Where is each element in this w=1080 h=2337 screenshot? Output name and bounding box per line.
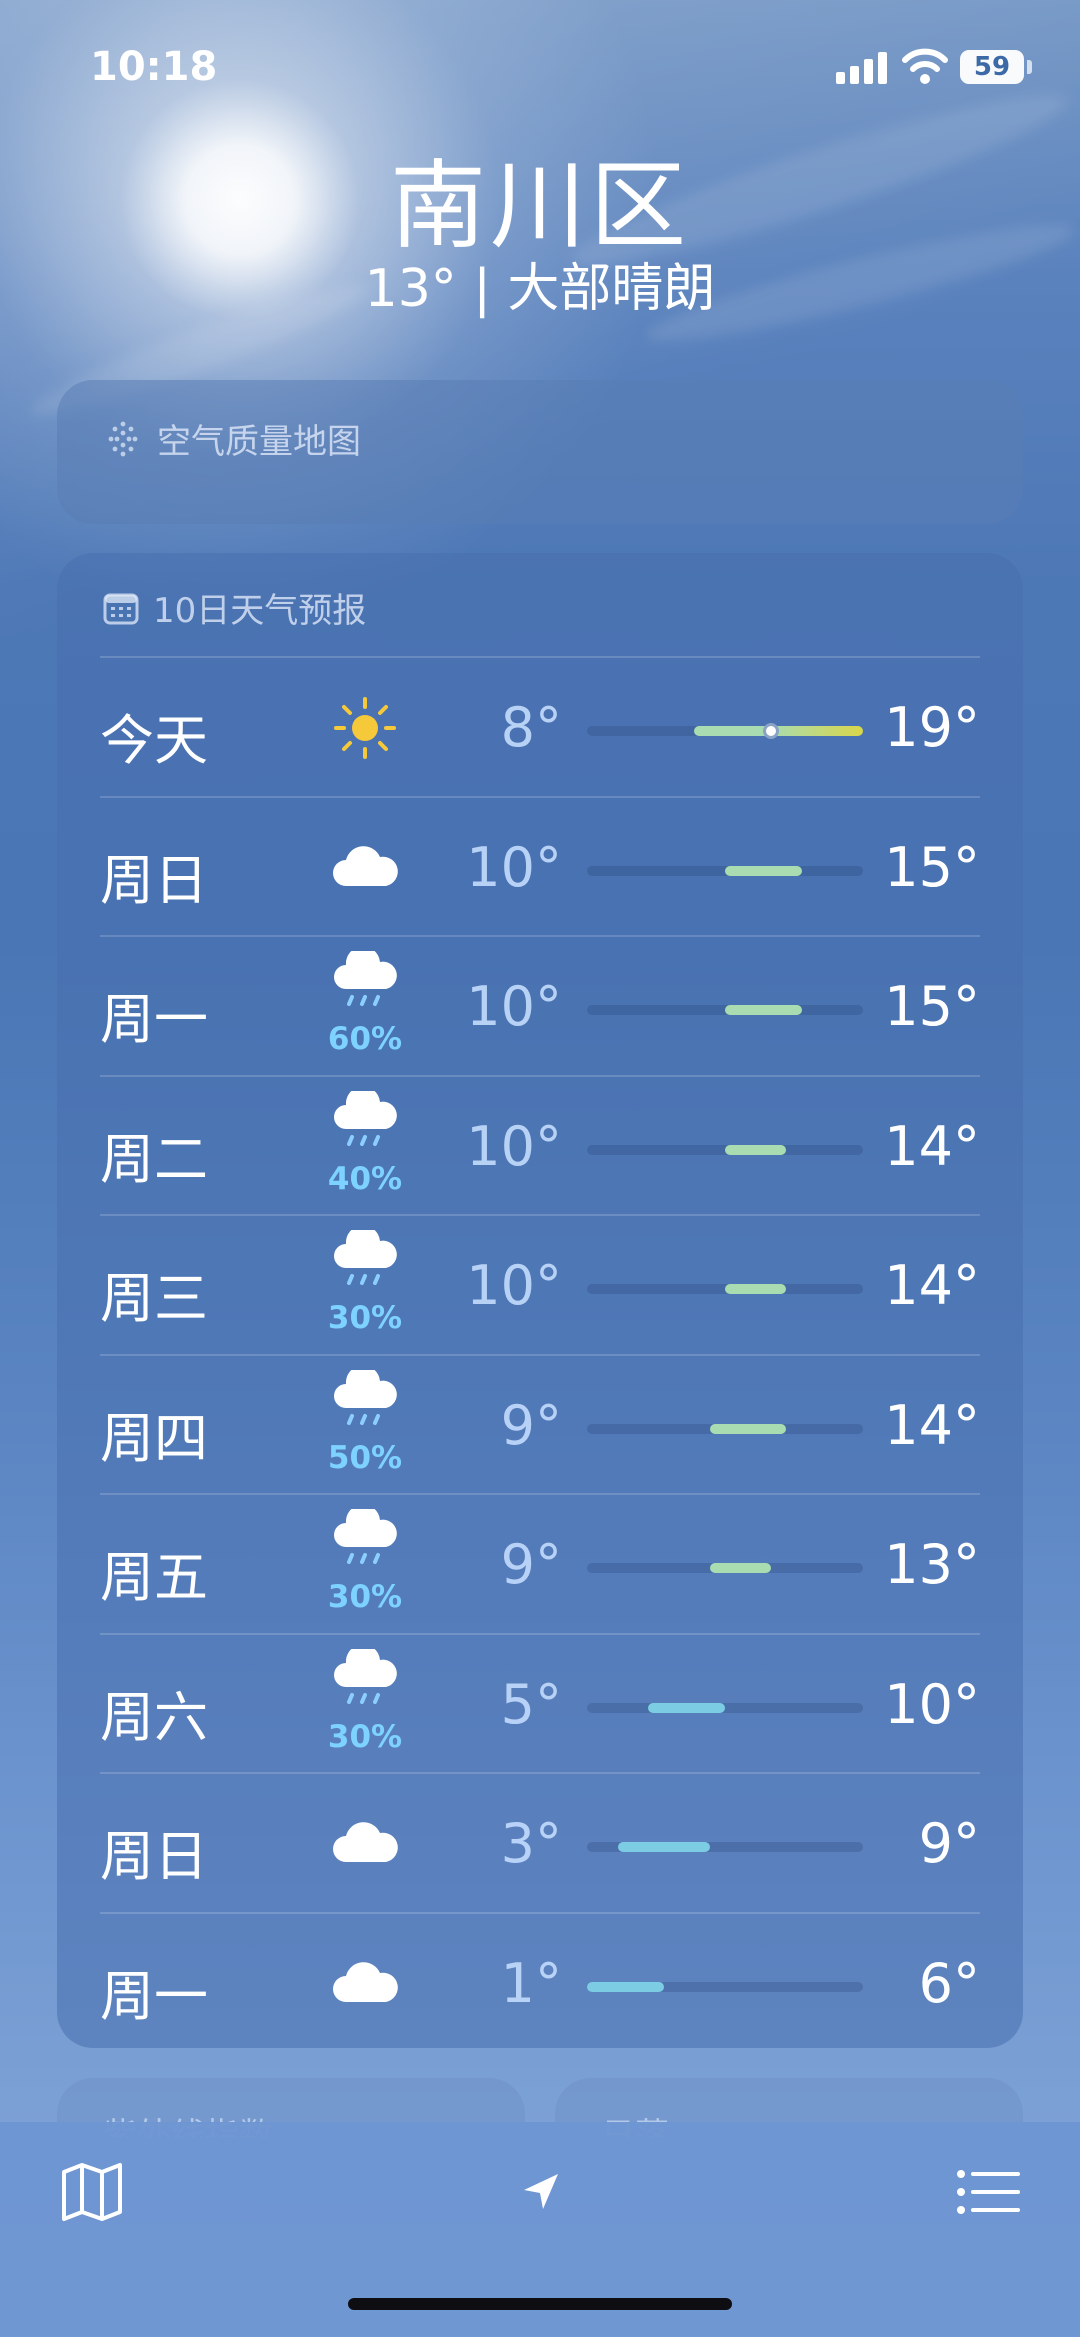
- current-summary: 13° | 大部晴朗: [364, 259, 716, 319]
- forecast-row[interactable]: 周一 1° 6°: [100, 1911, 980, 2053]
- high-temp: 14°: [884, 1393, 980, 1457]
- cloud-rain-icon: 30%: [305, 1216, 425, 1355]
- temp-range-track: [587, 1842, 863, 1852]
- temp-range-track: [587, 1284, 863, 1294]
- forecast-day: 周四: [100, 1406, 208, 1470]
- air-quality-dots-icon: [108, 421, 138, 456]
- high-temp: 10°: [884, 1672, 980, 1736]
- temp-range-bar: [725, 1284, 787, 1294]
- forecast-day: 周六: [100, 1685, 208, 1749]
- temp-range-track: [587, 723, 863, 739]
- low-temp: 5°: [500, 1672, 562, 1736]
- temp-range-bar: [617, 1842, 710, 1852]
- low-temp: 10°: [466, 1114, 562, 1178]
- temp-range-bar: [587, 1981, 664, 1992]
- high-temp: 14°: [884, 1254, 980, 1317]
- low-temp: 10°: [466, 835, 562, 899]
- forecast-day: 今天: [100, 709, 208, 772]
- high-temp: 6°: [918, 1951, 980, 2015]
- wifi-icon: [902, 48, 948, 84]
- cloud-rain-icon: 30%: [305, 1635, 425, 1774]
- low-temp: 10°: [466, 1254, 562, 1317]
- temp-range-track: [587, 865, 863, 876]
- forecast-day: 周二: [100, 1127, 208, 1191]
- temp-range-track: [587, 1981, 863, 1992]
- temp-range-bar: [725, 865, 802, 876]
- cloud-rain-icon: 30%: [305, 1495, 425, 1634]
- forecast-row[interactable]: 周五 30% 9° 13°: [100, 1493, 980, 1633]
- map-icon[interactable]: [52, 2152, 132, 2232]
- air-quality-header: 空气质量地图: [103, 414, 361, 463]
- status-time: 10:18: [90, 44, 218, 90]
- high-temp: 14°: [884, 1114, 980, 1178]
- air-quality-card[interactable]: 空气质量地图: [57, 380, 1023, 524]
- air-quality-title: 空气质量地图: [157, 422, 361, 462]
- temp-range-bar: [725, 1144, 787, 1155]
- forecast-row[interactable]: 周二 40% 10° 14°: [100, 1074, 980, 1216]
- status-bar: 10:18 59: [0, 0, 1080, 130]
- temp-range-bar: [725, 1005, 802, 1015]
- ten-day-forecast-card[interactable]: 10日天气预报 今天 8° 19° 周日 10° 15° 周一 60% 10° 15° 周二 40% 1…: [57, 553, 1023, 2048]
- precipitation-chance: 40%: [327, 1160, 403, 1197]
- calendar-icon: [103, 593, 139, 624]
- low-temp: 8°: [500, 696, 562, 759]
- forecast-row[interactable]: 周一 60% 10° 15°: [100, 935, 980, 1075]
- forecast-row[interactable]: 周日 10° 15°: [100, 795, 980, 937]
- temp-range-bar: [648, 1702, 725, 1713]
- battery-icon: 59: [960, 50, 1024, 84]
- forecast-day: 周五: [100, 1546, 208, 1609]
- current-temp-marker: [763, 723, 779, 739]
- temp-range-track: [587, 1144, 863, 1155]
- forecast-row[interactable]: 周三 30% 10° 14°: [100, 1214, 980, 1354]
- cloud-icon: [305, 1774, 425, 1913]
- low-temp: 9°: [500, 1533, 562, 1596]
- forecast-row[interactable]: 周六 30% 5° 10°: [100, 1632, 980, 1774]
- temp-range-track: [587, 1702, 863, 1713]
- location-arrow-icon[interactable]: [500, 2152, 580, 2232]
- forecast-day: 周一: [100, 1964, 208, 2028]
- forecast-day: 周日: [100, 848, 208, 912]
- low-temp: 1°: [500, 1951, 562, 2015]
- temp-range-track: [587, 1005, 863, 1015]
- battery-level: 59: [973, 52, 1011, 82]
- precipitation-chance: 30%: [327, 1718, 403, 1755]
- forecast-row[interactable]: 周日 3° 9°: [100, 1772, 980, 1912]
- cloud-rain-icon: 50%: [305, 1356, 425, 1495]
- high-temp: 13°: [884, 1533, 980, 1596]
- battery-cap: [1027, 60, 1032, 74]
- forecast-day: 周三: [100, 1267, 208, 1330]
- high-temp: 15°: [884, 835, 980, 899]
- temp-range-bar: [709, 1563, 771, 1573]
- cloud-icon: [305, 1914, 425, 2053]
- precipitation-chance: 60%: [327, 1021, 403, 1057]
- forecast-row[interactable]: 周四 50% 9° 14°: [100, 1353, 980, 1495]
- cellular-signal-icon: [836, 52, 888, 84]
- temp-range-track: [587, 1563, 863, 1573]
- forecast-row[interactable]: 今天 8° 19°: [100, 656, 980, 796]
- precipitation-chance: 30%: [327, 1579, 403, 1615]
- cloud-rain-icon: 40%: [305, 1077, 425, 1216]
- high-temp: 15°: [884, 975, 980, 1038]
- cloud-icon: [305, 798, 425, 937]
- sun-icon: [305, 658, 425, 797]
- temp-range-track: [587, 1423, 863, 1434]
- low-temp: 10°: [466, 975, 562, 1038]
- high-temp: 9°: [918, 1812, 980, 1875]
- home-indicator[interactable]: [348, 2298, 732, 2310]
- forecast-day: 周一: [100, 988, 208, 1051]
- forecast-day: 周日: [100, 1825, 208, 1888]
- forecast-title: 10日天气预报: [153, 591, 367, 631]
- low-temp: 3°: [500, 1812, 562, 1875]
- high-temp: 19°: [884, 696, 980, 759]
- temp-range-bar: [709, 1423, 787, 1434]
- list-icon[interactable]: [948, 2152, 1028, 2232]
- precipitation-chance: 50%: [327, 1439, 403, 1476]
- cloud-rain-icon: 60%: [305, 937, 425, 1076]
- low-temp: 9°: [500, 1393, 562, 1457]
- precipitation-chance: 30%: [327, 1300, 403, 1336]
- forecast-header: 10日天气预报: [103, 583, 366, 632]
